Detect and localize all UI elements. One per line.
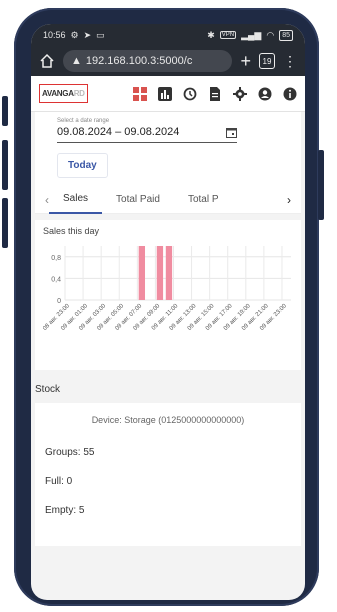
analytics-icon[interactable] bbox=[158, 86, 172, 101]
address-bar[interactable]: ▲ 192.168.100.3:5000/c bbox=[63, 50, 233, 72]
today-button[interactable]: Today bbox=[57, 153, 108, 178]
history-icon[interactable] bbox=[183, 87, 197, 101]
vpn-label: VPN bbox=[219, 31, 237, 39]
new-tab-icon[interactable]: + bbox=[240, 52, 251, 70]
chart-bar bbox=[156, 246, 164, 300]
logo[interactable]: AVANGARD bbox=[39, 84, 88, 103]
battery-icon: 85 bbox=[279, 29, 293, 41]
tab-total-p[interactable]: Total P bbox=[174, 186, 219, 214]
tab-bar: ‹ Sales Total Paid Total P › bbox=[35, 186, 301, 214]
stock-title: Stock bbox=[35, 384, 61, 395]
tab-count-button[interactable]: 19 bbox=[259, 53, 275, 69]
status-bar: 10:56 ⚙ ➤ ▭ ✱ VPN ▂▄▆ ◠ 85 bbox=[31, 24, 305, 46]
document-icon[interactable] bbox=[208, 86, 222, 101]
phone-side-button-left-3 bbox=[2, 198, 8, 248]
home-icon[interactable] bbox=[39, 53, 55, 69]
empty-count: Empty: 5 bbox=[45, 505, 85, 516]
date-filter-card: Select a date range 09.08.2024 – 09.08.2… bbox=[35, 112, 301, 186]
phone-side-button-left-2 bbox=[2, 140, 8, 190]
bluetooth-icon: ✱ bbox=[207, 29, 215, 40]
device-name: Device: Storage (0125000000000000) bbox=[91, 415, 245, 425]
logo-tail-text: RD bbox=[73, 89, 85, 98]
calendar-icon[interactable] bbox=[226, 127, 237, 138]
app-header: AVANGARD bbox=[31, 76, 305, 112]
y-tick-label: 0,8 bbox=[51, 255, 61, 262]
y-tick-label: 0 bbox=[57, 298, 61, 305]
navigation-arrow-icon: ➤ bbox=[83, 29, 92, 40]
chart-title: Sales this day bbox=[43, 226, 100, 236]
phone-screen: 10:56 ⚙ ➤ ▭ ✱ VPN ▂▄▆ ◠ 85 ▲ 192.168.100… bbox=[31, 24, 305, 600]
dashboard-icon[interactable] bbox=[133, 86, 147, 101]
chart-bar bbox=[165, 246, 173, 300]
message-icon: ▭ bbox=[96, 29, 105, 40]
stock-card: Device: Storage (0125000000000000) Group… bbox=[35, 403, 301, 546]
sales-chart-card: Sales this day 0,8 0,4 0 08 авг. 23:00 09 ав… bbox=[35, 214, 301, 370]
tab-total-paid[interactable]: Total Paid bbox=[102, 186, 174, 214]
signal-icon: ▂▄▆ bbox=[241, 29, 262, 40]
phone-side-button-right bbox=[318, 150, 324, 220]
settings-status-icon: ⚙ bbox=[70, 29, 79, 40]
app-nav bbox=[133, 86, 297, 101]
info-icon[interactable] bbox=[283, 87, 297, 101]
date-range-input[interactable]: 09.08.2024 – 09.08.2024 bbox=[57, 124, 237, 143]
warning-icon: ▲ bbox=[71, 55, 82, 67]
tab-scroll-right-icon[interactable]: › bbox=[287, 193, 291, 207]
groups-count: Groups: 55 bbox=[45, 447, 95, 458]
phone-side-button-left-1 bbox=[2, 96, 8, 126]
menu-dots-icon[interactable]: ⋮ bbox=[283, 54, 297, 68]
chart-bar bbox=[138, 246, 146, 300]
sales-chart: 0,80,4008 авг. 23:0009 авг. 01:0009 авг.… bbox=[42, 246, 291, 332]
status-time: 10:56 bbox=[43, 30, 66, 40]
wifi-icon: ◠ bbox=[266, 29, 275, 40]
full-count: Full: 0 bbox=[45, 476, 73, 487]
tab-sales[interactable]: Sales bbox=[49, 186, 103, 214]
logo-main-text: AVANGA bbox=[42, 89, 74, 98]
date-range-value: 09.08.2024 – 09.08.2024 bbox=[57, 126, 180, 138]
browser-toolbar: ▲ 192.168.100.3:5000/c + 19 ⋮ bbox=[31, 46, 305, 76]
y-tick-label: 0,4 bbox=[51, 276, 61, 283]
account-icon[interactable] bbox=[258, 87, 272, 101]
address-url: 192.168.100.3:5000/c bbox=[85, 55, 193, 67]
gear-icon[interactable] bbox=[233, 86, 247, 101]
